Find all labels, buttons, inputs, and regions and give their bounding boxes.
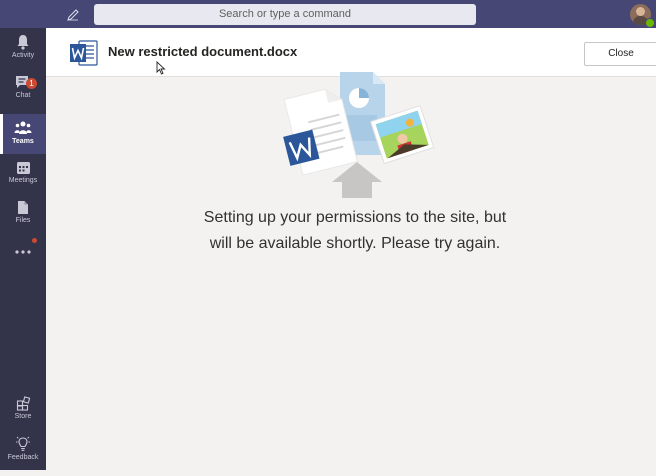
page-title: New restricted document.docx — [108, 44, 298, 59]
rail-item-meetings[interactable]: Meetings — [0, 156, 46, 196]
rail-item-activity[interactable]: Activity — [0, 34, 46, 74]
rail-item-feedback[interactable]: Feedback — [0, 436, 46, 476]
rail-item-chat[interactable]: 1 Chat — [0, 74, 46, 114]
more-icon — [15, 250, 31, 254]
close-button[interactable]: Close — [584, 42, 656, 66]
rail-label: Feedback — [7, 454, 39, 461]
mouse-cursor-icon — [156, 60, 166, 75]
compose-icon[interactable] — [66, 7, 80, 21]
teams-icon — [14, 121, 32, 134]
rail-item-teams[interactable]: Teams — [0, 114, 46, 154]
lightbulb-icon — [16, 436, 30, 451]
rail-label: Store — [14, 413, 32, 420]
top-bar: Search or type a command — [0, 0, 656, 28]
presence-available-icon — [645, 18, 655, 28]
status-message: Setting up your permissions to the site,… — [203, 209, 507, 252]
word-document-icon — [70, 40, 98, 66]
rail-label: Files — [15, 217, 31, 224]
upload-illustration — [275, 70, 435, 210]
rail-item-more[interactable] — [0, 232, 46, 272]
rail-label: Chat — [15, 92, 31, 99]
store-icon — [16, 396, 30, 411]
rail-label: Teams — [12, 138, 34, 145]
left-rail: Activity 1 Chat Teams Meetings Files Sto… — [0, 28, 46, 470]
rail-item-store[interactable]: Store — [0, 396, 46, 436]
calendar-icon — [16, 162, 30, 174]
chat-badge: 1 — [26, 78, 37, 89]
notification-dot — [32, 238, 37, 243]
file-icon — [18, 201, 28, 214]
rail-label: Activity — [11, 52, 35, 59]
rail-label: Meetings — [8, 177, 38, 184]
search-input[interactable]: Search or type a command — [94, 4, 476, 25]
bell-icon — [17, 35, 29, 50]
